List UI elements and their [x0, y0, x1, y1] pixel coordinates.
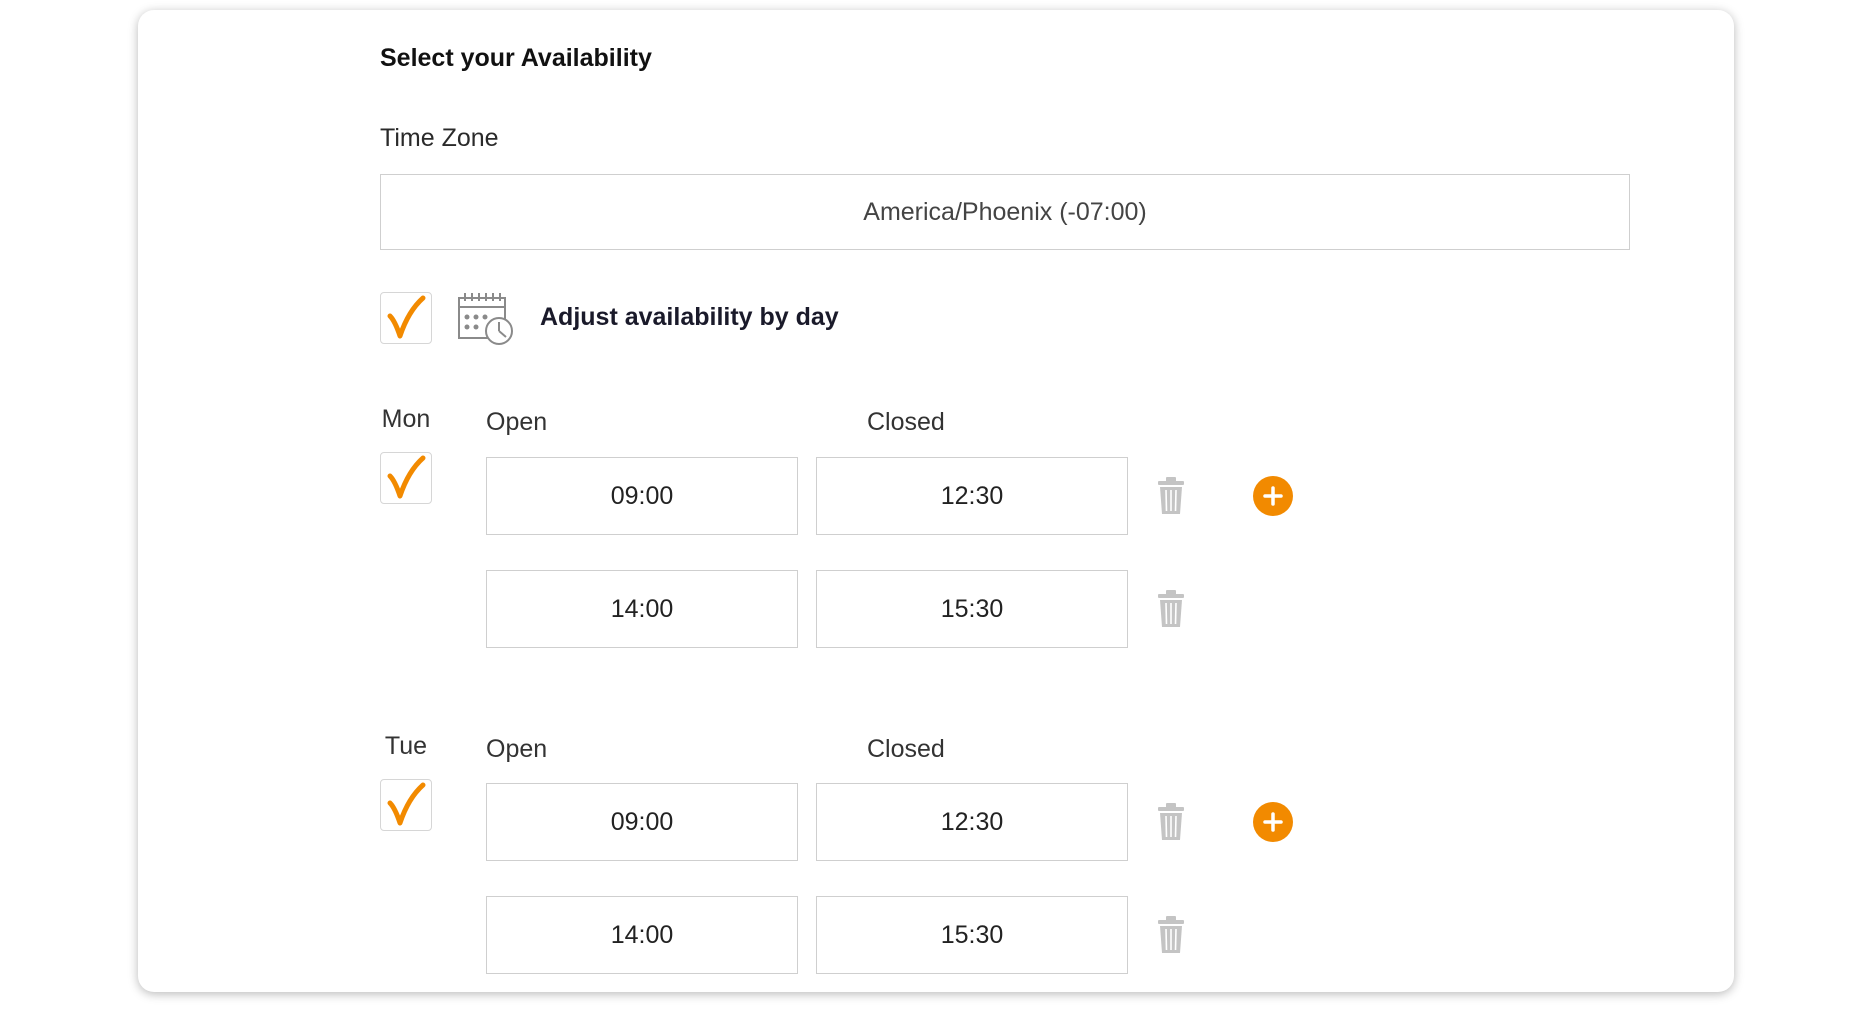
closed-time-input[interactable]: 12:30	[816, 783, 1128, 861]
open-time-input[interactable]: 09:00	[486, 457, 798, 535]
trash-icon	[1158, 590, 1184, 627]
day-checkbox-mon[interactable]	[380, 452, 432, 504]
time-value: 14:00	[610, 594, 674, 623]
timezone-select[interactable]: America/Phoenix (-07:00)	[380, 174, 1630, 250]
open-time-input[interactable]: 14:00	[486, 570, 798, 648]
plus-icon	[1263, 486, 1283, 506]
time-value: 12:30	[940, 807, 1004, 836]
closed-column-label: Closed	[867, 408, 945, 436]
closed-column-label: Closed	[867, 735, 945, 763]
timezone-value: America/Phoenix (-07:00)	[863, 197, 1147, 226]
delete-slot-button[interactable]	[1156, 802, 1186, 847]
trash-icon	[1158, 477, 1184, 514]
day-checkbox-tue[interactable]	[380, 779, 432, 831]
time-value: 09:00	[610, 481, 674, 510]
calendar-clock-icon	[456, 290, 516, 348]
day-label-mon: Mon	[381, 405, 431, 433]
time-value: 09:00	[610, 807, 674, 836]
closed-time-input[interactable]: 12:30	[816, 457, 1128, 535]
delete-slot-button[interactable]	[1156, 476, 1186, 521]
plus-icon	[1263, 812, 1283, 832]
time-value: 15:30	[940, 920, 1004, 949]
day-label-tue: Tue	[384, 732, 428, 760]
adjust-by-day-label: Adjust availability by day	[540, 303, 839, 331]
time-value: 12:30	[940, 481, 1004, 510]
timezone-label: Time Zone	[380, 124, 499, 152]
trash-icon	[1158, 803, 1184, 840]
add-slot-button[interactable]	[1253, 802, 1293, 842]
checkmark-icon	[387, 455, 426, 499]
time-value: 14:00	[610, 920, 674, 949]
page-title: Select your Availability	[380, 44, 652, 72]
open-column-label: Open	[486, 735, 548, 763]
delete-slot-button[interactable]	[1156, 589, 1186, 634]
delete-slot-button[interactable]	[1156, 915, 1186, 960]
open-time-input[interactable]: 14:00	[486, 896, 798, 974]
closed-time-input[interactable]: 15:30	[816, 570, 1128, 648]
add-slot-button[interactable]	[1253, 476, 1293, 516]
open-time-input[interactable]: 09:00	[486, 783, 798, 861]
time-value: 15:30	[940, 594, 1004, 623]
checkmark-icon	[387, 295, 426, 339]
adjust-by-day-checkbox[interactable]	[380, 292, 432, 344]
closed-time-input[interactable]: 15:30	[816, 896, 1128, 974]
checkmark-icon	[387, 782, 426, 826]
trash-icon	[1158, 916, 1184, 953]
open-column-label: Open	[486, 408, 548, 436]
